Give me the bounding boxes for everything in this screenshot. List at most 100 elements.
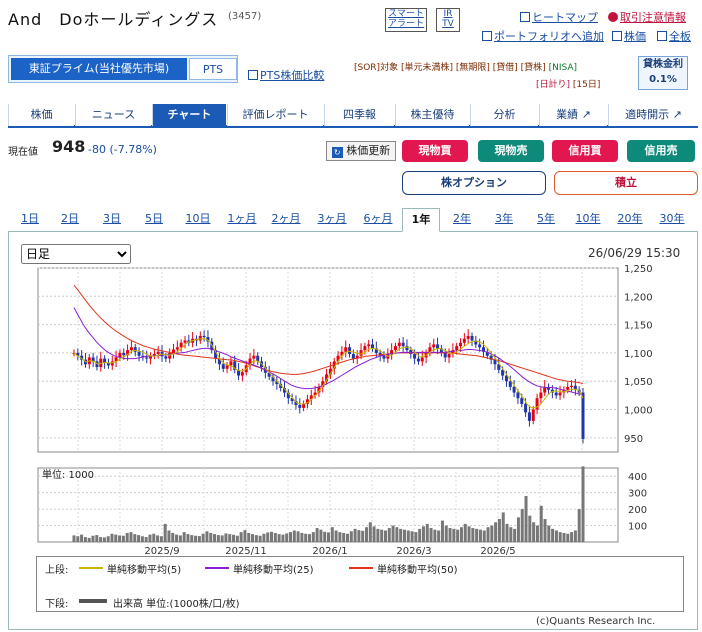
volume-bar	[95, 535, 99, 542]
volume-bar	[383, 530, 387, 542]
candle-body	[129, 347, 133, 351]
volume-bar	[380, 529, 384, 542]
candle-body	[179, 342, 183, 348]
candle-body	[436, 344, 440, 349]
ma25-swatch	[205, 567, 229, 569]
volume-bar	[349, 531, 353, 542]
candle-body	[397, 342, 401, 347]
ma5-swatch	[79, 567, 103, 569]
volume-bar	[266, 532, 270, 542]
volume-bar	[87, 537, 91, 542]
volume-bar	[319, 529, 323, 542]
volume-bar	[421, 526, 425, 542]
ma50-swatch	[349, 567, 373, 569]
volume-bar	[376, 528, 380, 542]
candle-body	[371, 344, 375, 349]
volume-bar	[528, 515, 532, 542]
volume-bar	[440, 520, 444, 542]
volume-bar	[216, 535, 220, 542]
volume-bar	[292, 530, 296, 542]
volume-bar	[566, 533, 570, 542]
volume-bar	[175, 534, 179, 542]
candle-body	[524, 403, 528, 413]
candle-body	[137, 351, 141, 356]
candle-body	[225, 365, 229, 369]
volume-bar	[338, 532, 342, 542]
volume-bar	[486, 527, 490, 542]
volume-bar	[163, 523, 167, 542]
candle-body	[202, 335, 206, 338]
candle-body	[175, 347, 179, 350]
volume-bar	[247, 532, 251, 542]
volume-bar	[167, 530, 171, 542]
volume-bar	[137, 535, 141, 542]
volume-bar	[391, 525, 395, 542]
candle-body	[198, 335, 202, 341]
volume-bar	[197, 536, 201, 542]
volume-bar	[425, 523, 429, 542]
volume-bar	[570, 532, 574, 542]
volume-bar	[463, 523, 467, 542]
candle-body	[298, 405, 302, 408]
volume-bar	[171, 532, 175, 542]
volume-tick-label: 200	[628, 505, 647, 516]
volume-bar	[144, 537, 148, 542]
volume-bar	[129, 532, 133, 542]
candle-body	[401, 342, 405, 347]
volume-bar	[437, 530, 441, 542]
volume-bar	[402, 529, 406, 542]
candle-body	[393, 346, 397, 351]
volume-bar	[254, 535, 258, 542]
candle-body	[493, 359, 497, 365]
candle-body	[462, 338, 466, 343]
volume-swatch	[79, 599, 107, 603]
candle-body	[516, 392, 520, 399]
volume-bar	[125, 532, 129, 542]
volume-bar	[471, 528, 475, 542]
candle-body	[531, 409, 535, 421]
volume-bar	[494, 522, 498, 542]
volume-bar	[315, 528, 319, 542]
volume-bar	[277, 534, 281, 542]
volume-bar	[232, 534, 236, 542]
volume-bar	[387, 528, 391, 542]
volume-bar	[201, 533, 205, 542]
candle-body	[539, 392, 543, 399]
volume-bar	[140, 536, 144, 542]
volume-bar	[262, 533, 266, 542]
volume-bar	[285, 533, 289, 542]
volume-bar	[99, 537, 103, 542]
volume-unit-label: 単位: 1000	[42, 468, 94, 481]
volume-bar	[456, 529, 460, 542]
volume-bar	[258, 535, 262, 542]
candle-body	[122, 352, 126, 356]
volume-bar	[182, 532, 186, 542]
stock-chart: 1,250 1,200 1,150 1,100 1,050 1,000 950 400 300 2…	[37, 264, 653, 557]
volume-bar	[186, 534, 190, 542]
volume-bar	[213, 534, 217, 542]
volume-bar	[551, 528, 555, 542]
volume-bar	[429, 528, 433, 542]
volume-bar	[334, 530, 338, 542]
price-plot-area	[37, 267, 619, 453]
candle-body	[252, 355, 256, 359]
volume-bar	[102, 537, 106, 542]
volume-bar	[364, 527, 368, 542]
candle-body	[570, 385, 574, 387]
volume-bar	[83, 537, 87, 542]
candle-body	[554, 392, 558, 396]
volume-bar	[532, 522, 536, 542]
copyright: (c)Quants Research Inc.	[536, 616, 656, 627]
volume-bar	[300, 532, 304, 542]
volume-bar	[475, 528, 479, 542]
volume-bar	[357, 530, 361, 542]
volume-bar	[406, 530, 410, 542]
volume-bar	[152, 533, 156, 542]
volume-bar	[520, 509, 524, 542]
volume-bar	[281, 534, 285, 542]
candle-body	[110, 361, 114, 366]
volume-bar	[368, 522, 372, 542]
volume-bar	[106, 536, 110, 542]
price-tick-label: 1,050	[624, 377, 653, 388]
candle-body	[183, 340, 187, 343]
